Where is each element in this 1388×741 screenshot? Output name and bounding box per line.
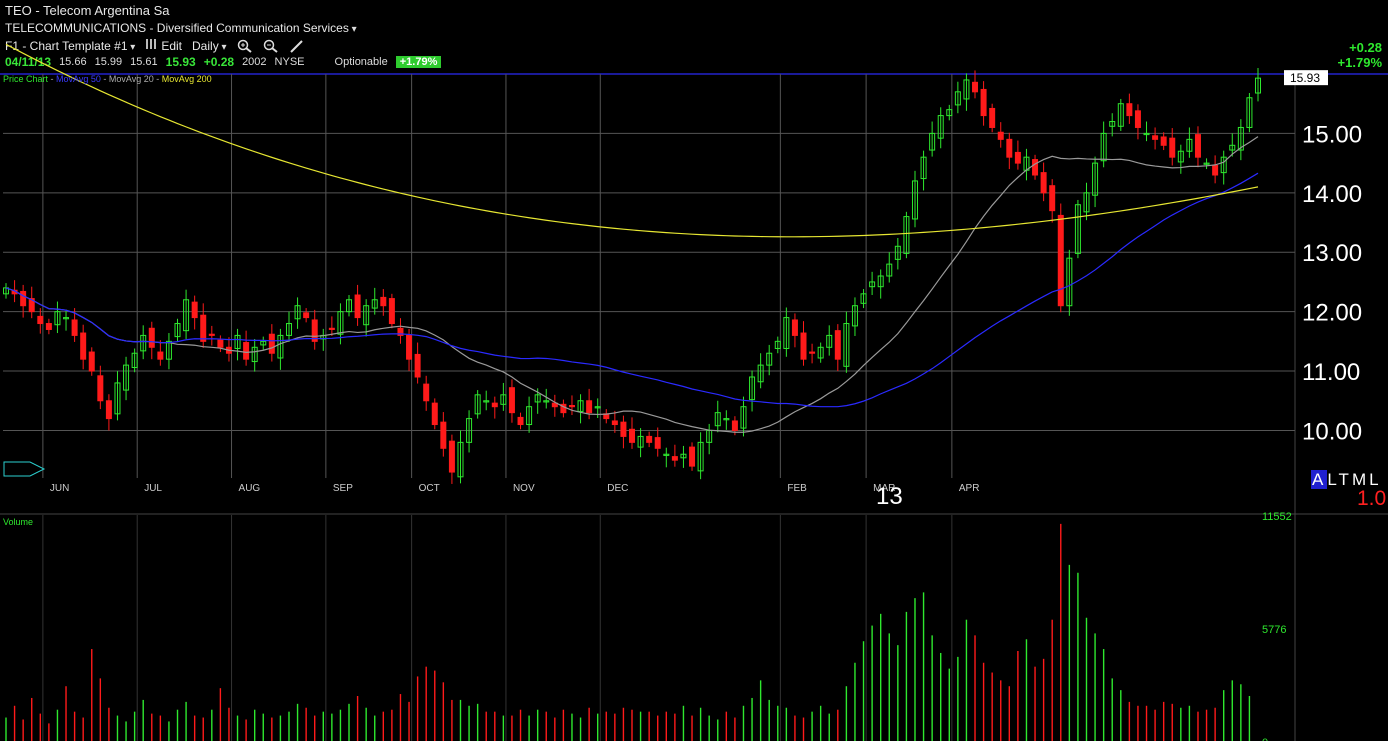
candle-body — [440, 421, 447, 449]
candle-body — [243, 342, 250, 360]
candle-body — [1040, 172, 1047, 194]
candle-body — [431, 402, 438, 426]
x-tick-label: AUG — [239, 483, 261, 494]
candle-body — [1212, 164, 1219, 176]
x-tick-label: JUL — [144, 483, 162, 494]
x-tick-label: OCT — [419, 483, 440, 494]
candle-body — [328, 327, 335, 330]
chart-canvas[interactable]: 10.00 11.00 12.00 13.00 14.00 15.00 JUN JUL AUG S… — [0, 0, 1388, 741]
candle-body — [654, 437, 661, 449]
candle-body — [1152, 135, 1159, 140]
candle-body — [491, 402, 498, 408]
candle-body — [1134, 110, 1141, 128]
y-tick-label: 13.00 — [1302, 240, 1362, 267]
candle-body — [611, 420, 618, 426]
candle-body — [1014, 151, 1021, 164]
candle-body — [646, 435, 653, 443]
timeframe-a[interactable]: A — [1311, 470, 1328, 489]
timeframe-l[interactable]: L — [1327, 470, 1338, 489]
candle-body — [148, 327, 155, 348]
ma20-line — [5, 136, 1259, 433]
candle-body — [20, 290, 27, 307]
volume-tick-label: 11552 — [1262, 511, 1292, 523]
candle-body — [1057, 214, 1064, 307]
x-tick-label: NOV — [513, 483, 535, 494]
x-tick-label: FEB — [787, 483, 807, 494]
volume-tick-label: 5776 — [1262, 624, 1286, 636]
y-tick-label: 12.00 — [1302, 300, 1362, 327]
candle-body — [380, 296, 387, 307]
candle-body — [1032, 159, 1039, 176]
candle-body — [97, 375, 104, 402]
candle-body — [586, 400, 593, 414]
candle-body — [157, 351, 164, 360]
candle-body — [508, 387, 515, 414]
candle-body — [1006, 138, 1013, 158]
candle-body — [80, 332, 87, 360]
legend-ma20: MovAvg 20 — [108, 74, 154, 84]
candle-body — [388, 298, 395, 325]
volume-label: Volume — [3, 517, 34, 527]
candle-body — [37, 315, 44, 325]
candle-body — [406, 334, 413, 360]
candle-body — [191, 301, 198, 319]
candle-body — [800, 332, 807, 360]
candle-body — [629, 428, 635, 443]
candle-body — [834, 330, 841, 360]
scroll-handle — [3, 461, 46, 477]
candle-body — [105, 400, 112, 420]
candle-body — [1126, 103, 1133, 117]
ma50-line — [5, 172, 1259, 408]
chart-legend: Price Chart - MovAvg 50 - MovAvg 20 - Mo… — [3, 74, 212, 84]
y-tick-label: 14.00 — [1302, 181, 1362, 208]
version-label: 1.0 — [1357, 487, 1387, 510]
candle-body — [1049, 185, 1056, 212]
candle-body — [1194, 134, 1201, 158]
candle-body — [208, 333, 215, 336]
candle-body — [88, 351, 95, 372]
legend-price: Price Chart — [3, 74, 49, 84]
legend-ma50: MovAvg 50 — [56, 74, 101, 84]
candle-body — [972, 81, 979, 93]
candle-body — [671, 456, 678, 461]
candle-body — [423, 383, 430, 402]
candle-body — [354, 294, 361, 319]
candle-body — [980, 88, 987, 117]
candle-body — [997, 131, 1004, 140]
candle-body — [517, 416, 524, 426]
y-tick-label: 11.00 — [1302, 359, 1360, 386]
candle-body — [791, 319, 798, 336]
x-tick-label: JUN — [50, 483, 69, 494]
x-tick-label: SEP — [333, 483, 353, 494]
candle-body — [448, 440, 455, 473]
x-tick-label: APR — [959, 483, 980, 494]
candle-body — [200, 314, 207, 342]
candle-body — [989, 107, 996, 128]
candle-body — [217, 339, 224, 348]
x-tick-label: DEC — [607, 483, 628, 494]
last-price-text: 15.93 — [1290, 71, 1320, 85]
volume-tick-label: 0 — [1262, 737, 1268, 741]
candle-body — [71, 319, 78, 336]
candle-body — [414, 353, 421, 378]
year-label: 13 — [876, 483, 903, 510]
candle-body — [620, 421, 627, 437]
candle-body — [268, 333, 275, 354]
timeframe-t[interactable]: T — [1339, 470, 1352, 489]
candle-body — [303, 312, 310, 319]
candle-body — [1160, 136, 1167, 146]
candle-body — [1169, 137, 1176, 158]
candle-body — [45, 323, 52, 330]
y-tick-label: 10.00 — [1302, 418, 1362, 445]
candle-body — [568, 405, 575, 408]
candle-body — [809, 351, 816, 354]
candle-body — [689, 446, 696, 467]
candle-body — [731, 420, 738, 431]
y-tick-label: 15.00 — [1302, 121, 1362, 148]
legend-ma200: MovAvg 200 — [161, 74, 212, 84]
